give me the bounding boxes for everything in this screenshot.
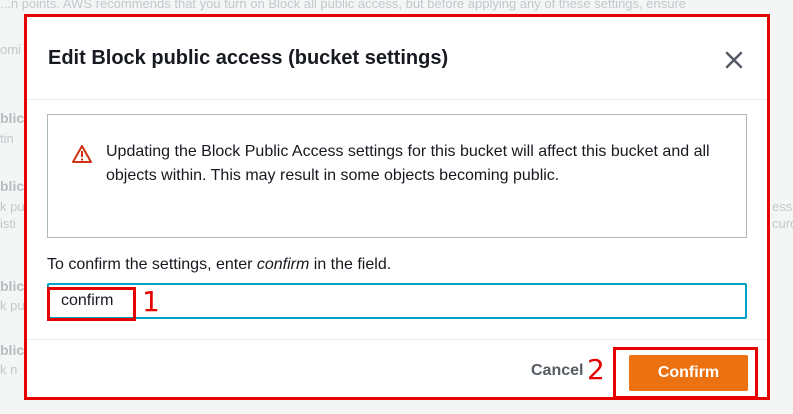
edit-block-public-access-dialog: Edit Block public access (bucket setting… <box>24 14 770 400</box>
close-icon <box>725 51 743 69</box>
background-fragment: blic <box>0 278 25 294</box>
confirm-instruction: To confirm the settings, enter confirm i… <box>47 256 391 274</box>
background-fragment: isti <box>0 216 16 231</box>
annotation-number-1: 1 <box>142 285 160 318</box>
confirm-instruction-after: in the field. <box>309 256 392 273</box>
dialog-footer: Cancel 2 Confirm <box>27 339 767 399</box>
warning-alert: Updating the Block Public Access setting… <box>47 114 747 238</box>
close-button[interactable] <box>723 49 745 71</box>
background-fragment: blic <box>0 110 25 126</box>
confirm-keyword: confirm <box>256 256 310 273</box>
dialog-title: Edit Block public access (bucket setting… <box>48 47 449 69</box>
background-fragment: blic <box>0 342 25 358</box>
dialog-header: Edit Block public access (bucket setting… <box>27 17 767 100</box>
background-fragment: k pu <box>0 199 25 214</box>
background-fragment: ess <box>772 199 793 214</box>
background-fragment: tin <box>0 131 14 146</box>
confirm-button[interactable]: Confirm <box>629 355 748 391</box>
background-fragment: omi <box>0 42 21 57</box>
background-fragment: k pu <box>0 298 25 313</box>
cancel-button[interactable]: Cancel <box>531 362 583 380</box>
alert-message: Updating the Block Public Access setting… <box>106 143 710 184</box>
background-fragment: k n <box>0 362 18 377</box>
warning-triangle-icon <box>72 145 92 163</box>
background-fragment: curo <box>772 216 793 231</box>
background-fragment: blic <box>0 178 25 194</box>
annotation-number-2: 2 <box>587 353 605 386</box>
background-text: ...n points. AWS recommends that you tur… <box>0 0 687 11</box>
confirm-instruction-before: To confirm the settings, enter <box>47 256 257 273</box>
